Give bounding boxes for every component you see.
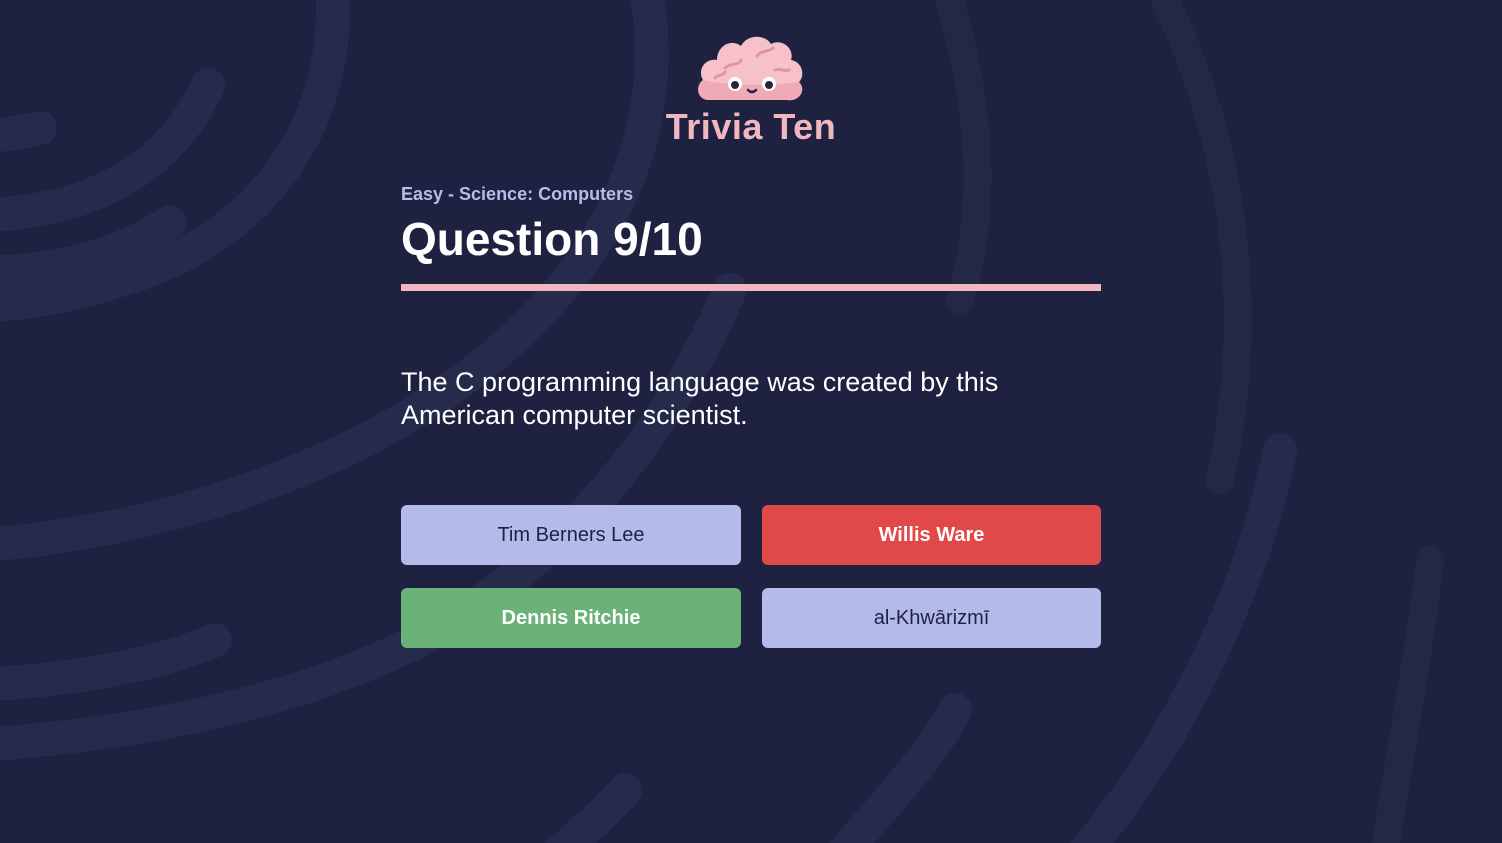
answer-label: Willis Ware <box>878 523 985 546</box>
answer-button[interactable]: Dennis Ritchie <box>401 588 741 648</box>
answer-label: Tim Berners Lee <box>497 523 645 546</box>
answer-label: al-Khwārizmī <box>873 606 990 629</box>
progress-bar-fill <box>401 284 1101 291</box>
app-logo: Trivia Ten <box>650 30 852 148</box>
question-text: The C programming language was created b… <box>401 367 999 430</box>
answer-button[interactable]: Tim Berners Lee <box>401 505 741 565</box>
answer-button[interactable]: al-Khwārizmī <box>762 588 1101 648</box>
answer-label: Dennis Ritchie <box>501 606 641 629</box>
app-title: Trivia Ten <box>665 106 837 147</box>
brain-mascot-icon <box>698 36 803 101</box>
answer-button[interactable]: Willis Ware <box>762 505 1101 565</box>
question-category: Easy - Science: Computers <box>401 184 634 204</box>
progress-bar <box>401 284 1101 291</box>
question-counter: Question 9/10 <box>401 213 703 265</box>
quiz-screen: Trivia Ten Easy - Science: Computers Que… <box>0 0 1502 843</box>
